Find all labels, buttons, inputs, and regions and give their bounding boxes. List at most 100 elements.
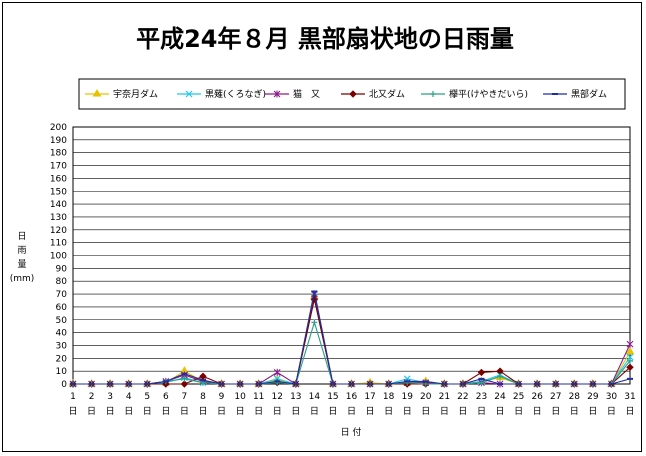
data-point bbox=[218, 383, 225, 385]
chart-frame: 平成24年８月 黒部扇状地の日雨量 宇奈月ダム 黒薙(くろなぎ) 猫 又 北又ダム 欅平… bbox=[2, 2, 642, 452]
x-axis-ticks: 1日2日3日4日5日6日7日8日9日10日11日12日13日14日15日16日1… bbox=[68, 392, 635, 417]
x-tick-suffix: 日 bbox=[161, 406, 170, 417]
x-tick-label: 1 bbox=[70, 392, 76, 402]
legend-label: 黒部ダム bbox=[571, 88, 607, 100]
data-point bbox=[367, 383, 374, 385]
data-point bbox=[459, 383, 466, 385]
data-point bbox=[292, 383, 299, 385]
data-point bbox=[552, 93, 558, 95]
data-point bbox=[125, 383, 132, 385]
y-tick-label: 80 bbox=[56, 277, 68, 287]
legend-label: 黒薙(くろなぎ) bbox=[205, 88, 266, 100]
x-tick-label: 14 bbox=[309, 392, 321, 402]
x-tick-label: 26 bbox=[531, 392, 543, 402]
data-point bbox=[237, 383, 244, 385]
x-tick-suffix: 日 bbox=[551, 406, 560, 417]
x-tick-label: 21 bbox=[439, 392, 450, 402]
y-tick-label: 40 bbox=[56, 329, 68, 339]
x-axis-label: 日 付 bbox=[341, 427, 362, 438]
x-tick-suffix: 日 bbox=[310, 406, 319, 417]
x-tick-label: 15 bbox=[327, 392, 338, 402]
x-tick-suffix: 日 bbox=[124, 406, 133, 417]
y-axis-label-char: 日 bbox=[17, 231, 26, 242]
x-tick-label: 28 bbox=[569, 392, 581, 402]
y-axis-label-char: 雨 bbox=[17, 245, 26, 256]
y-tick-label: 90 bbox=[56, 264, 68, 274]
x-tick-suffix: 日 bbox=[273, 406, 282, 417]
data-point bbox=[88, 383, 95, 385]
data-point bbox=[199, 379, 206, 382]
data-point bbox=[144, 383, 151, 385]
data-point bbox=[478, 377, 485, 380]
x-tick-suffix: 日 bbox=[384, 406, 393, 417]
data-point bbox=[552, 383, 559, 385]
y-axis-label-char: 量 bbox=[17, 259, 26, 270]
x-tick-suffix: 日 bbox=[477, 406, 486, 417]
x-tick-label: 2 bbox=[89, 392, 95, 402]
x-tick-label: 29 bbox=[587, 392, 599, 402]
x-tick-suffix: 日 bbox=[254, 406, 263, 417]
x-tick-suffix: 日 bbox=[217, 406, 226, 417]
y-tick-label: 60 bbox=[56, 303, 68, 313]
chart-title: 平成24年８月 黒部扇状地の日雨量 bbox=[136, 25, 514, 53]
x-tick-label: 30 bbox=[606, 392, 618, 402]
x-tick-suffix: 日 bbox=[458, 406, 467, 417]
x-tick-label: 11 bbox=[253, 392, 264, 402]
data-point bbox=[70, 383, 76, 385]
x-tick-label: 25 bbox=[513, 392, 524, 402]
data-point bbox=[311, 290, 318, 293]
data-point bbox=[181, 372, 188, 375]
y-tick-label: 180 bbox=[50, 149, 67, 159]
x-tick-suffix: 日 bbox=[440, 406, 449, 417]
legend-label: 宇奈月ダム bbox=[113, 88, 158, 100]
x-tick-suffix: 日 bbox=[198, 406, 207, 417]
y-axis-ticks: 0 10 20 30 40 50 60 70 80 90 100 110 120 130 140 150 160… bbox=[50, 123, 67, 390]
legend-label: 欅平(けやきだいら) bbox=[449, 89, 528, 100]
x-tick-suffix: 日 bbox=[570, 406, 579, 417]
y-tick-label: 0 bbox=[61, 380, 67, 390]
x-tick-suffix: 日 bbox=[347, 406, 356, 417]
y-tick-label: 50 bbox=[56, 316, 68, 326]
y-axis-label: 日 雨 量 (mm) bbox=[10, 231, 35, 284]
y-tick-label: 30 bbox=[56, 341, 68, 351]
y-tick-label: 160 bbox=[50, 174, 67, 184]
data-point bbox=[422, 380, 429, 383]
x-tick-suffix: 日 bbox=[514, 406, 523, 417]
y-tick-label: 190 bbox=[50, 136, 67, 146]
y-tick-label: 20 bbox=[56, 354, 68, 364]
x-tick-label: 31 bbox=[624, 392, 635, 402]
x-tick-suffix: 日 bbox=[588, 406, 597, 417]
x-tick-label: 23 bbox=[476, 392, 487, 402]
y-tick-label: 70 bbox=[56, 290, 68, 300]
data-point bbox=[608, 383, 615, 385]
x-tick-label: 27 bbox=[550, 392, 561, 402]
y-tick-label: 10 bbox=[56, 367, 68, 377]
y-tick-label: 110 bbox=[50, 239, 67, 249]
data-point bbox=[534, 383, 541, 385]
y-tick-label: 200 bbox=[50, 123, 67, 133]
x-tick-label: 16 bbox=[346, 392, 358, 402]
x-tick-label: 3 bbox=[107, 392, 113, 402]
x-tick-suffix: 日 bbox=[143, 406, 152, 417]
y-tick-label: 150 bbox=[50, 187, 67, 197]
x-tick-suffix: 日 bbox=[87, 406, 96, 417]
data-point bbox=[162, 380, 169, 383]
y-tick-label: 170 bbox=[50, 162, 67, 172]
x-tick-label: 18 bbox=[383, 392, 395, 402]
legend: 宇奈月ダム 黒薙(くろなぎ) 猫 又 北又ダム 欅平(けやきだいら) 黒部ダム bbox=[78, 78, 626, 110]
data-point bbox=[107, 383, 114, 385]
y-axis-label-unit: (mm) bbox=[10, 274, 35, 284]
x-tick-label: 22 bbox=[457, 392, 468, 402]
data-point bbox=[274, 380, 281, 383]
x-tick-label: 20 bbox=[420, 392, 432, 402]
data-point bbox=[404, 380, 411, 383]
y-tick-label: 120 bbox=[50, 226, 67, 236]
x-tick-label: 17 bbox=[364, 392, 375, 402]
x-tick-label: 9 bbox=[219, 392, 225, 402]
x-tick-label: 4 bbox=[126, 392, 132, 402]
x-tick-suffix: 日 bbox=[366, 406, 375, 417]
x-tick-suffix: 日 bbox=[403, 406, 412, 417]
y-tick-label: 140 bbox=[50, 200, 67, 210]
x-tick-suffix: 日 bbox=[236, 406, 245, 417]
x-tick-suffix: 日 bbox=[625, 406, 634, 417]
